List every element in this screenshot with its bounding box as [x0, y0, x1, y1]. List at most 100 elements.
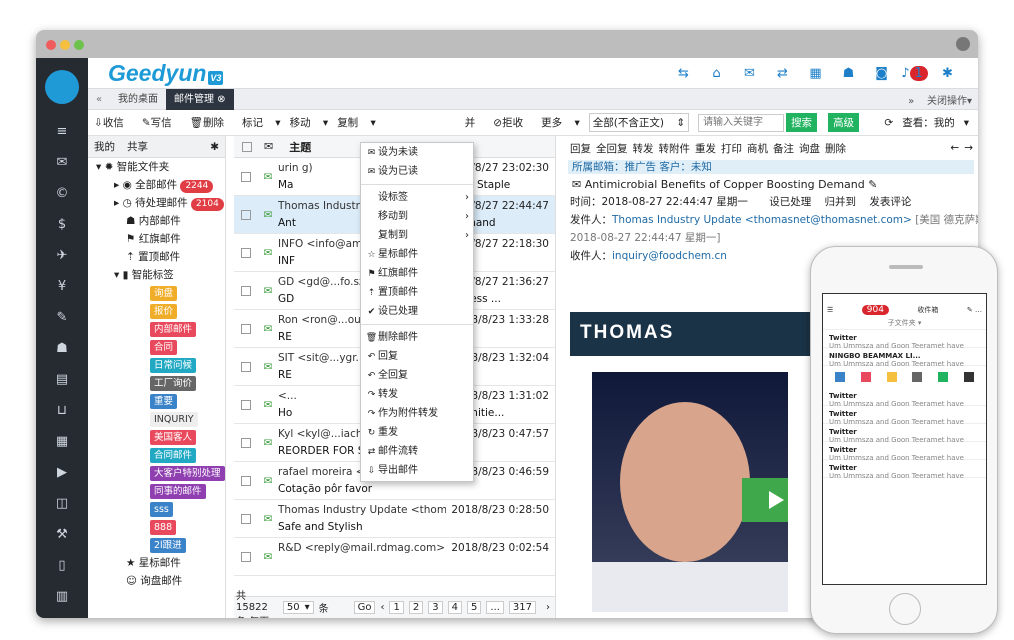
- tree-inquiry[interactable]: ☺ 询盘邮件: [88, 572, 225, 590]
- mail-checkbox[interactable]: [241, 361, 251, 372]
- mail-checkbox[interactable]: [241, 247, 251, 258]
- prev-mail-icon[interactable]: ←: [950, 142, 959, 154]
- calendar-icon[interactable]: ▦: [799, 66, 832, 81]
- home-button[interactable]: [889, 593, 921, 625]
- to-value[interactable]: inquiry@foodchem.cn: [612, 250, 727, 262]
- dollar-icon[interactable]: $: [36, 209, 88, 240]
- page-button[interactable]: 4: [447, 601, 462, 614]
- mail-checkbox[interactable]: [241, 399, 251, 410]
- maximize-window-button[interactable]: [74, 40, 84, 50]
- read-tool-button[interactable]: 打印: [721, 141, 742, 156]
- menu-item[interactable]: ✉ 设为已读: [361, 162, 473, 181]
- mail-checkbox[interactable]: [241, 209, 251, 220]
- read-tool-button[interactable]: 回复: [570, 141, 591, 156]
- user-icon[interactable]: [956, 37, 970, 51]
- move-button[interactable]: 移动 ▾: [290, 115, 329, 130]
- phone-mail-item[interactable]: Twitter Um Ummsza and Goon Teeramet have: [823, 424, 986, 444]
- copy-button[interactable]: 复制 ▾: [337, 115, 376, 130]
- merge-button[interactable]: 并: [465, 115, 485, 130]
- tree-pending[interactable]: ▸ ◷ 待处理邮件 2104: [88, 194, 225, 212]
- mail-checkbox[interactable]: [241, 513, 251, 524]
- menu-item[interactable]: ☆ 星标邮件: [361, 245, 473, 264]
- menu-item[interactable]: 移动到 ›: [361, 207, 473, 226]
- menu-item[interactable]: 复制到 ›: [361, 226, 473, 245]
- menu-item[interactable]: ⚑ 红旗邮件: [361, 264, 473, 283]
- search-button[interactable]: 搜索: [786, 113, 818, 132]
- play-icon[interactable]: ▶: [36, 457, 88, 488]
- phone-mail-item[interactable]: Twitter Um Ummsza and Goon Teeramet have: [823, 406, 986, 426]
- gear-icon[interactable]: ✱: [204, 141, 225, 153]
- phone-action-icon[interactable]: [886, 372, 897, 382]
- database-icon[interactable]: ◫: [36, 488, 88, 519]
- refresh-icon[interactable]: ⟳: [884, 117, 893, 129]
- tree-tag[interactable]: 美国客人: [88, 428, 225, 446]
- page-button[interactable]: 2: [408, 601, 424, 614]
- menu-item[interactable]: ↶ 全回复: [361, 366, 473, 385]
- mail-checkbox[interactable]: [241, 323, 251, 334]
- tree-tag[interactable]: 日常问候: [88, 356, 225, 374]
- phone-action-icon[interactable]: [964, 372, 975, 382]
- video-thumbnail[interactable]: [592, 372, 788, 612]
- tab-share[interactable]: 共享: [121, 139, 154, 154]
- tree-redflag[interactable]: ⚑ 红旗邮件: [88, 230, 225, 248]
- mail-checkbox[interactable]: [241, 551, 251, 562]
- menu-item[interactable]: ↻ 重发: [361, 423, 473, 442]
- sync-icon[interactable]: ⇆: [667, 66, 700, 81]
- yen-icon[interactable]: ¥: [36, 271, 88, 302]
- mail-icon[interactable]: ✉: [733, 66, 766, 81]
- mail-row[interactable]: ✉ Thomas Industry Update <thom... 2018/8/2…: [234, 500, 555, 538]
- tab-mail[interactable]: 邮件管理 ⊗: [166, 88, 234, 110]
- phone-mail-item[interactable]: Twitter Um Ummsza and Goon Teeramet have: [823, 388, 986, 408]
- page-button[interactable]: 3: [428, 601, 443, 614]
- tab-prev-icon[interactable]: «: [88, 94, 110, 105]
- tree-internal[interactable]: ☗ 内部邮件: [88, 212, 225, 230]
- delete-button[interactable]: 🗑删除: [190, 115, 233, 130]
- menu-item[interactable]: ⇡ 置顶邮件: [361, 283, 473, 302]
- gear-icon[interactable]: ✱: [931, 66, 964, 81]
- tab-desk[interactable]: 我的桌面: [110, 89, 166, 110]
- close-ops-button[interactable]: » 关闭操作▾: [908, 92, 972, 107]
- gavel-icon[interactable]: ⚒: [36, 519, 88, 550]
- menu-icon[interactable]: ≡: [36, 116, 88, 147]
- edit-icon[interactable]: ✎: [36, 302, 88, 333]
- book-icon[interactable]: ▯: [36, 550, 88, 581]
- more-button[interactable]: 更多 ▾: [541, 115, 580, 130]
- tree-tag[interactable]: 同事的邮件: [88, 482, 225, 500]
- play-button[interactable]: [742, 478, 788, 522]
- menu-item[interactable]: ↷ 转发: [361, 385, 473, 404]
- read-tool-button[interactable]: 备注: [773, 141, 794, 156]
- select-all-checkbox[interactable]: [242, 141, 252, 152]
- next-mail-icon[interactable]: →: [964, 142, 973, 154]
- mail-row[interactable]: ✉ R&D <reply@mail.rdmag.com> 2018/8/23 0:0…: [234, 538, 555, 576]
- phone-action-icon[interactable]: [860, 372, 871, 382]
- transfer-icon[interactable]: ⇄: [766, 66, 799, 81]
- plane-icon[interactable]: ✈: [36, 240, 88, 271]
- prev-page-icon[interactable]: ‹: [380, 602, 384, 613]
- read-tool-button[interactable]: 转发: [633, 141, 654, 156]
- map-icon[interactable]: ▤: [36, 364, 88, 395]
- read-tool-button[interactable]: 商机: [747, 141, 768, 156]
- cart-icon[interactable]: ⊔: [36, 395, 88, 426]
- tree-top[interactable]: ⇡ 置顶邮件: [88, 248, 225, 266]
- mail-icon[interactable]: ✉: [36, 147, 88, 178]
- menu-item[interactable]: 🗑删除邮件: [361, 328, 473, 347]
- tree-tag[interactable]: INQURIY: [88, 410, 225, 428]
- mark-done-button[interactable]: 设已处理: [769, 196, 811, 208]
- tree-tag[interactable]: 合同: [88, 338, 225, 356]
- subject-header[interactable]: 主题: [289, 139, 311, 155]
- phone-subfolder[interactable]: 子文件夹 ▾: [823, 318, 986, 330]
- receive-button[interactable]: ⇩收信: [94, 115, 133, 130]
- tree-root[interactable]: ▾ ✹ 智能文件夹: [88, 158, 225, 176]
- close-window-button[interactable]: [46, 40, 56, 50]
- tree-smart-tags[interactable]: ▾ ▮ 智能标签: [88, 266, 225, 284]
- tree-tag[interactable]: 询盘: [88, 284, 225, 302]
- phone-mail-item[interactable]: NINGBO BEAMMAX LI... Um Ummsza and Goon T…: [823, 348, 986, 368]
- bell-icon[interactable]: ♪ 1: [898, 65, 931, 81]
- tree-tag[interactable]: sss: [88, 500, 225, 518]
- from-value[interactable]: Thomas Industry Update <thomasnet@thomas…: [612, 214, 912, 226]
- page-button[interactable]: 5: [466, 601, 482, 614]
- tree-tag[interactable]: 2l跟进: [88, 536, 225, 554]
- rss-icon[interactable]: ◙: [865, 66, 898, 81]
- tree-tag[interactable]: 内部邮件: [88, 320, 225, 338]
- tree-all[interactable]: ▸ ◉ 全部邮件 2244: [88, 176, 225, 194]
